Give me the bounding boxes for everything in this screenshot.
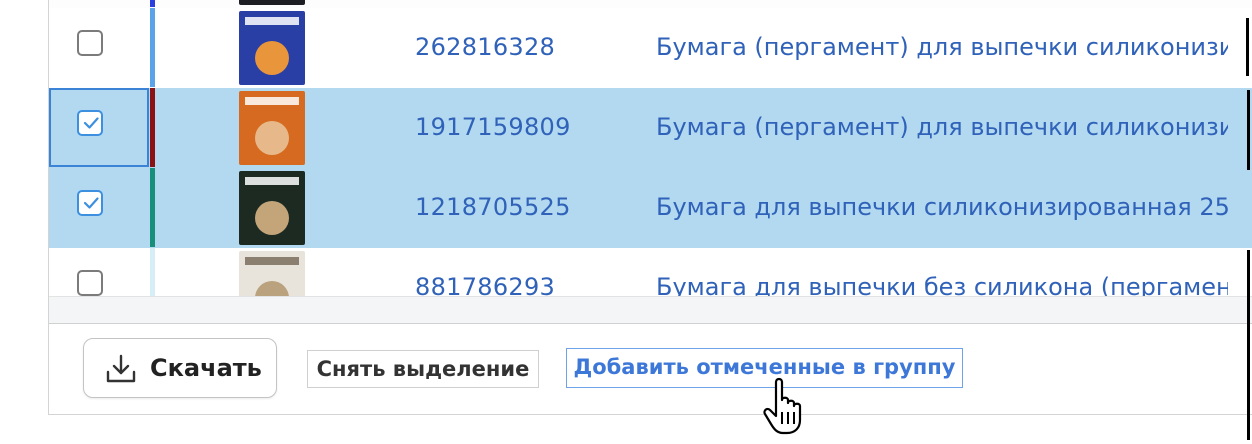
row-color-marker xyxy=(150,8,155,87)
product-title[interactable]: Бумага для выпечки силиконизированная 25 xyxy=(656,193,1228,221)
products-panel: 262816328 Бумага (пергамент) для выпечки… xyxy=(48,0,1252,415)
product-thumbnail[interactable] xyxy=(239,171,305,245)
row-checkbox[interactable] xyxy=(77,110,103,136)
product-title[interactable]: Бумага для выпечки без силикона (пергаме… xyxy=(656,273,1228,296)
horizontal-scrollbar[interactable] xyxy=(49,296,1252,324)
row-select-cell[interactable] xyxy=(49,88,149,167)
product-sku[interactable]: 262816328 xyxy=(415,33,555,61)
row-select-cell[interactable] xyxy=(49,248,149,296)
edge-marker xyxy=(1247,250,1250,440)
product-thumbnail[interactable] xyxy=(239,11,305,85)
product-title[interactable]: Бумага (пергамент) для выпечки силикониз… xyxy=(656,113,1228,141)
hand-pointer-cursor-icon xyxy=(763,377,802,435)
products-table: 262816328 Бумага (пергамент) для выпечки… xyxy=(49,0,1252,296)
table-row[interactable]: 1218705525 Бумага для выпечки силиконизи… xyxy=(49,168,1252,249)
row-checkbox[interactable] xyxy=(77,190,103,216)
row-color-marker xyxy=(150,88,155,167)
row-color-marker xyxy=(150,168,155,247)
row-checkbox[interactable] xyxy=(77,270,103,296)
edge-marker xyxy=(1247,90,1250,170)
row-select-cell[interactable] xyxy=(49,168,149,247)
download-label: Скачать xyxy=(150,354,262,382)
product-thumbnail[interactable] xyxy=(239,0,305,5)
product-sku[interactable]: 1917159809 xyxy=(415,113,571,141)
checkbox-checked-icon xyxy=(83,117,99,129)
download-icon xyxy=(106,354,136,383)
clear-selection-button[interactable]: Снять выделение xyxy=(307,350,539,388)
checkbox-checked-icon xyxy=(83,197,99,209)
row-color-marker xyxy=(150,248,155,296)
product-thumbnail[interactable] xyxy=(239,251,305,296)
table-row[interactable]: 881786293 Бумага для выпечки без силикон… xyxy=(49,248,1252,296)
row-select-cell[interactable] xyxy=(49,8,149,87)
column-divider xyxy=(1246,18,1249,76)
product-title[interactable]: Бумага (пергамент) для выпечки силикониз… xyxy=(656,33,1228,61)
row-checkbox[interactable] xyxy=(77,30,103,56)
product-thumbnail[interactable] xyxy=(239,91,305,165)
row-color-marker xyxy=(150,0,155,7)
download-button[interactable]: Скачать xyxy=(83,338,277,398)
table-footer: Скачать Снять выделение Добавить отмечен… xyxy=(49,323,1252,413)
product-sku[interactable]: 1218705525 xyxy=(415,193,571,221)
table-row[interactable]: 262816328 Бумага (пергамент) для выпечки… xyxy=(49,8,1252,89)
table-row[interactable]: 1917159809 Бумага (пергамент) для выпечк… xyxy=(49,88,1252,169)
product-sku[interactable]: 881786293 xyxy=(415,273,555,296)
